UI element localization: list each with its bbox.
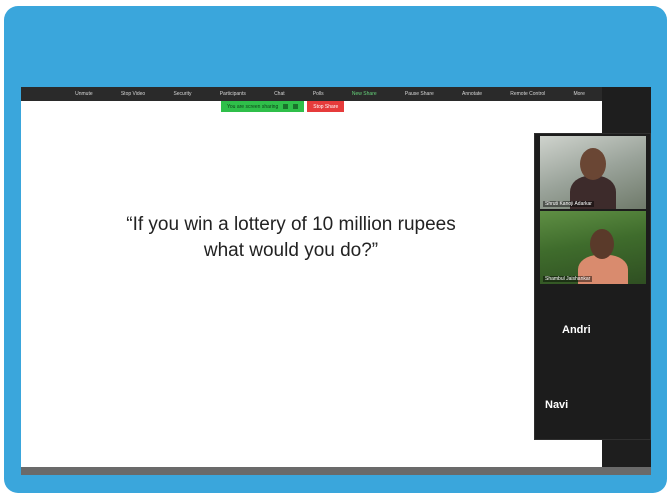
sharing-view-icon bbox=[293, 104, 299, 109]
toolbar-remote-control[interactable]: Remote Control bbox=[510, 91, 545, 97]
sharing-pin-icon bbox=[283, 104, 289, 109]
participant-video-tile[interactable]: Shruti Kanoji Adarkar bbox=[540, 136, 646, 209]
slide-quote-line-1: “If you win a lottery of 10 million rupe… bbox=[126, 214, 456, 235]
sharing-status-text: You are screen sharing bbox=[227, 103, 279, 110]
frame-card: Unmute Stop Video Security Participants … bbox=[4, 6, 667, 493]
participant-gallery: Shruti Kanoji Adarkar Shambul Jaishankar… bbox=[534, 133, 651, 440]
meeting-toolbar: Unmute Stop Video Security Participants … bbox=[21, 87, 651, 101]
toolbar-stop-video[interactable]: Stop Video bbox=[121, 91, 145, 97]
toolbar-chat[interactable]: Chat bbox=[274, 91, 285, 97]
toolbar-polls[interactable]: Polls bbox=[313, 91, 324, 97]
screen-bottom-edge bbox=[21, 467, 651, 475]
participant-video-tile[interactable]: Shambul Jaishankar bbox=[540, 211, 646, 284]
participant-name-tag: Shambul Jaishankar bbox=[543, 276, 593, 282]
toolbar-participants[interactable]: Participants bbox=[220, 91, 246, 97]
participant-name: Andri bbox=[562, 324, 591, 336]
toolbar-new-share[interactable]: New Share bbox=[352, 91, 377, 97]
slide-quote: “If you win a lottery of 10 million rupe… bbox=[91, 212, 491, 264]
sharing-status-bar[interactable]: You are screen sharing bbox=[221, 101, 305, 112]
slide-quote-line-2: what would you do?” bbox=[203, 240, 379, 261]
sharing-indicator: You are screen sharing Stop Share bbox=[221, 101, 345, 112]
toolbar-annotate[interactable]: Annotate bbox=[462, 91, 482, 97]
toolbar-more[interactable]: More bbox=[573, 91, 584, 97]
participant-name-tile[interactable]: Andri bbox=[535, 294, 650, 364]
stop-share-label: Stop Share bbox=[313, 103, 339, 110]
participant-name-tag: Shruti Kanoji Adarkar bbox=[543, 201, 594, 207]
participant-face bbox=[590, 229, 614, 259]
toolbar-unmute[interactable]: Unmute bbox=[75, 91, 93, 97]
participant-face bbox=[580, 148, 606, 180]
stop-share-button[interactable]: Stop Share bbox=[307, 101, 345, 112]
toolbar-security[interactable]: Security bbox=[173, 91, 191, 97]
participant-name: Navi bbox=[545, 399, 569, 411]
participant-name-tile[interactable]: Navi bbox=[535, 369, 650, 439]
toolbar-pause-share[interactable]: Pause Share bbox=[405, 91, 434, 97]
